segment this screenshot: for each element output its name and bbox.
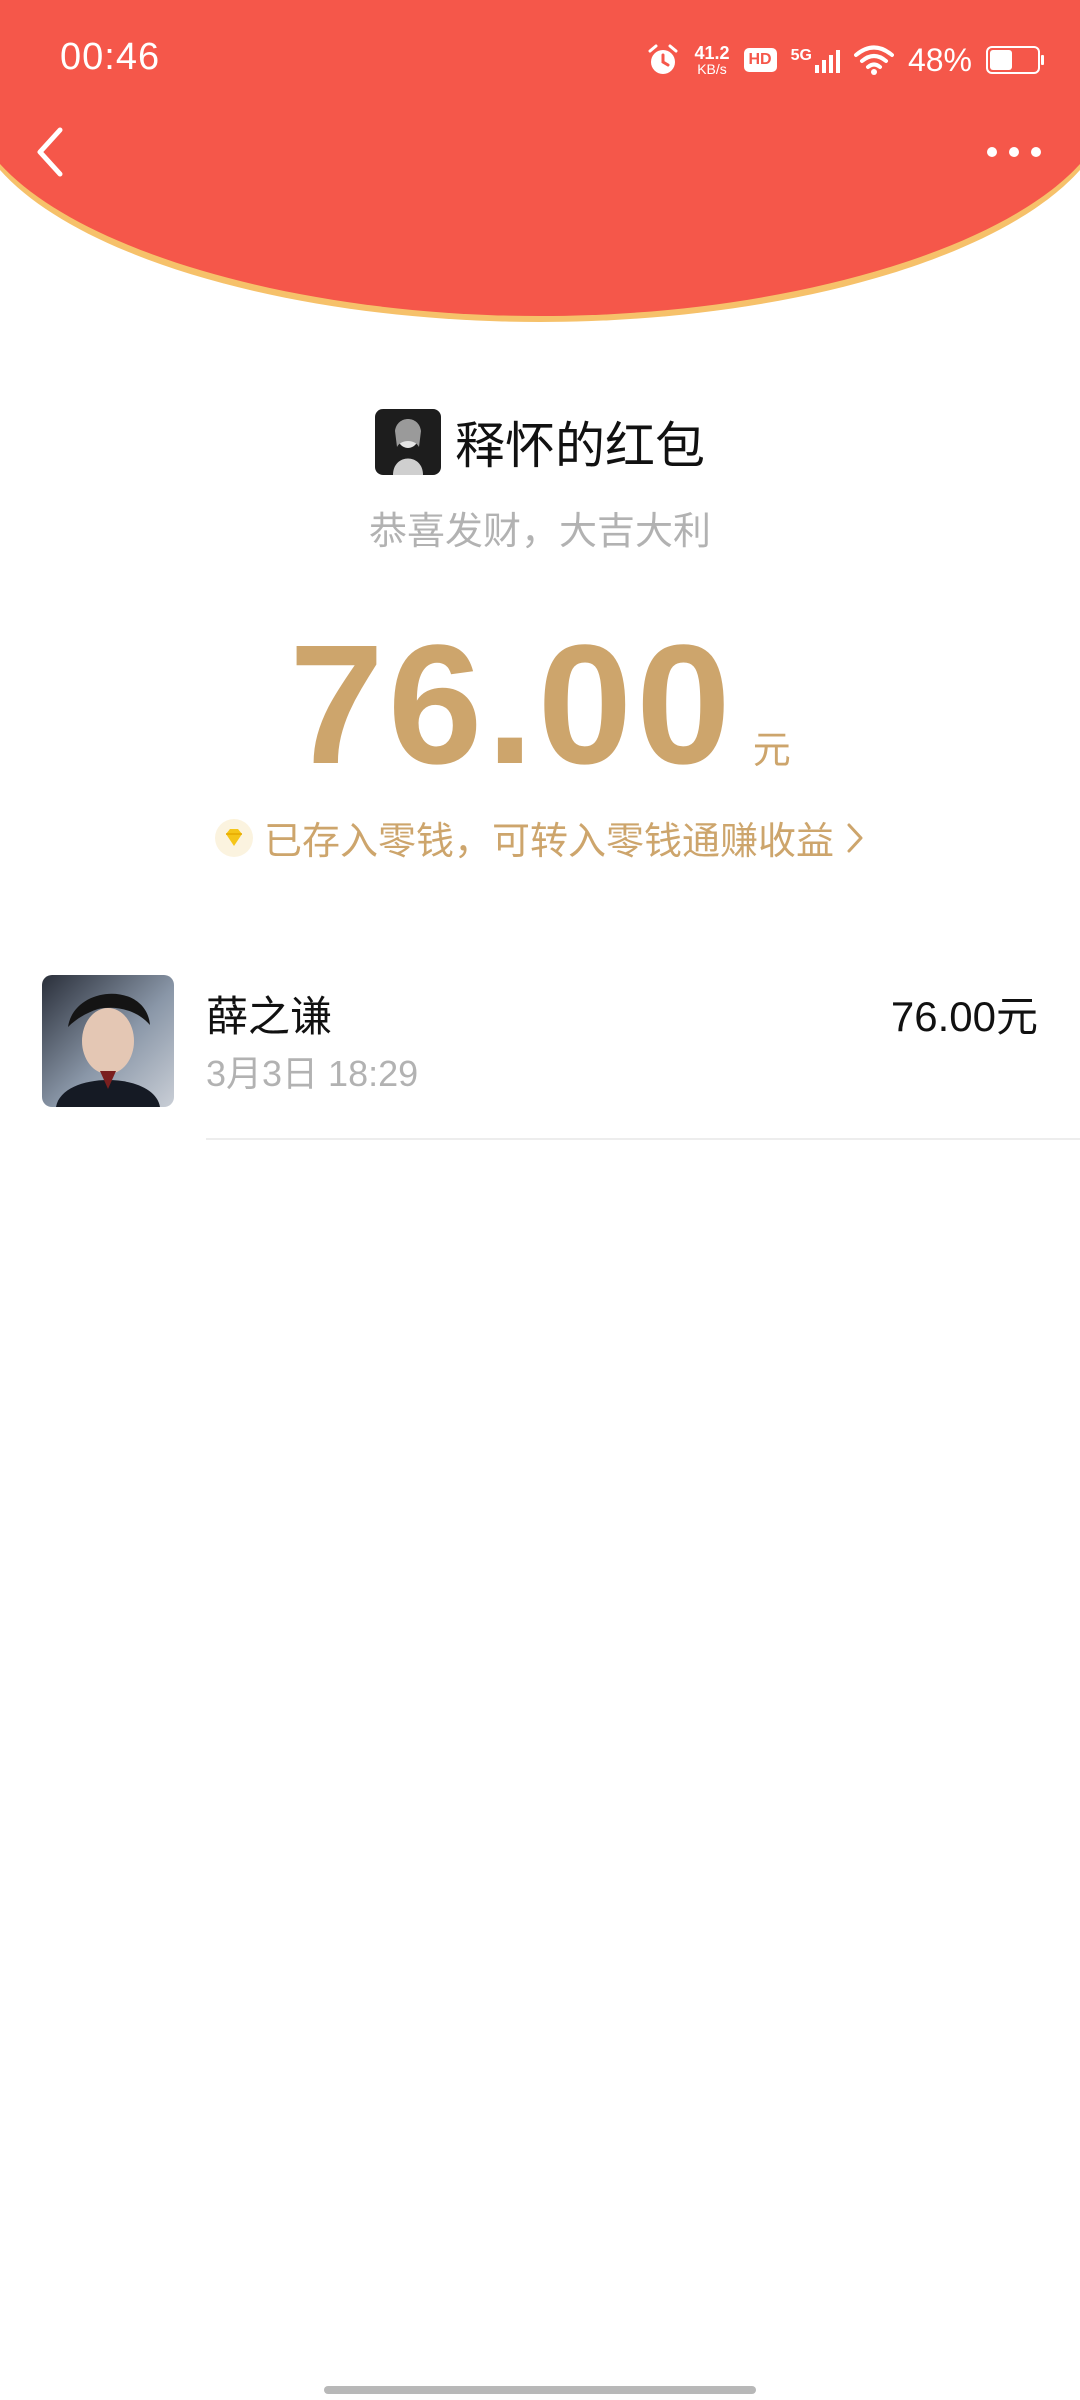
record-time: 3月3日 18:29 [206,1053,419,1094]
amount-display: 76.00 元 [0,620,1080,790]
battery-percent: 48% [907,41,972,78]
amount-value: 76.00 [289,610,735,800]
list-item[interactable]: 薛之谦 3月3日 18:29 76.00元 [0,975,1080,1140]
status-time: 00:46 [60,36,161,78]
net-speed-unit: KB/s [697,61,727,77]
sender-name: 释怀的红包 [455,418,705,474]
record-amount: 76.00元 [890,993,1038,1040]
battery-level [990,50,1012,70]
wifi-icon [853,45,894,75]
sender-header: 释怀的红包 [0,406,1080,478]
net-speed-value: 41.2 [694,43,730,63]
avatar[interactable] [42,975,174,1107]
amount-unit: 元 [752,730,791,772]
diamond-icon [214,818,253,857]
greeting-text: 恭喜发财，大吉大利 [368,511,711,553]
record-name: 薛之谦 [206,993,333,1040]
divider [206,1138,1080,1140]
sender-avatar[interactable] [375,409,441,475]
home-indicator[interactable] [324,2386,756,2394]
more-dots-icon[interactable] [986,140,1042,164]
wallet-note-link[interactable]: 已存入零钱，可转入零钱通赚收益 [0,810,1080,865]
network-indicator: 5G [791,47,840,73]
alarm-icon [648,44,678,74]
signal-icon [814,50,840,73]
hd-badge: HD [743,48,777,72]
net-speed: 41.2 KB/s [694,44,729,76]
chevron-left-icon[interactable] [30,124,74,180]
wallet-note-text: 已存入零钱，可转入零钱通赚收益 [263,821,834,863]
status-bar: 00:46 41.2 KB/s HD 5G 48% [0,0,1080,120]
network-type: 5G [790,47,812,64]
status-icons: 41.2 KB/s HD 5G 48% [646,36,1044,84]
chevron-right-icon [847,823,863,852]
battery-icon [986,46,1044,74]
